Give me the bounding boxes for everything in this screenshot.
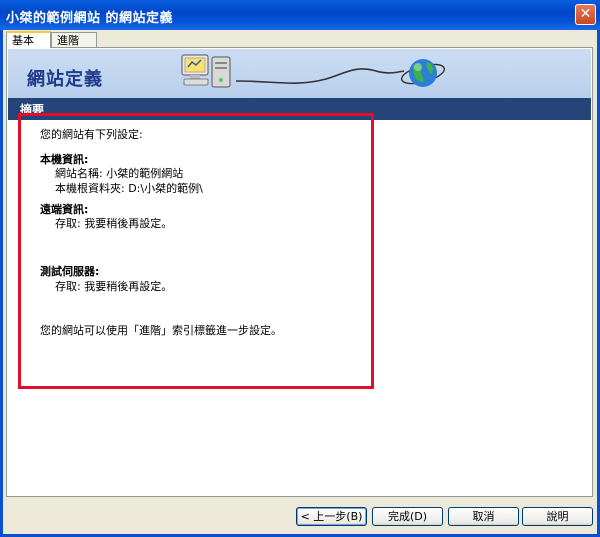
back-button[interactable]: < 上一步(B) bbox=[296, 507, 367, 526]
cable-icon bbox=[236, 68, 405, 84]
close-button[interactable]: ✕ bbox=[575, 4, 596, 25]
computer-icon bbox=[181, 54, 231, 88]
highlight-box bbox=[18, 113, 374, 389]
header-banner: 網站定義 bbox=[8, 49, 591, 98]
globe-icon bbox=[401, 59, 446, 87]
title-bar[interactable]: 小桀的範例網站 的網站定義 ✕ bbox=[0, 0, 600, 30]
window-frame-left bbox=[0, 30, 3, 537]
window-title: 小桀的範例網站 的網站定義 bbox=[6, 11, 174, 26]
help-button[interactable]: 說明 bbox=[522, 507, 593, 526]
tab-basic[interactable]: 基本 bbox=[6, 31, 51, 48]
finish-button[interactable]: 完成(D) bbox=[372, 507, 443, 526]
banner-title: 網站定義 bbox=[27, 69, 103, 90]
tab-advanced[interactable]: 進階 bbox=[51, 32, 97, 47]
site-definition-dialog: 小桀的範例網站 的網站定義 ✕ 基本 進階 網站定義 摘要 您的網站有下列設定:… bbox=[0, 0, 600, 537]
cancel-button[interactable]: 取消 bbox=[448, 507, 519, 526]
